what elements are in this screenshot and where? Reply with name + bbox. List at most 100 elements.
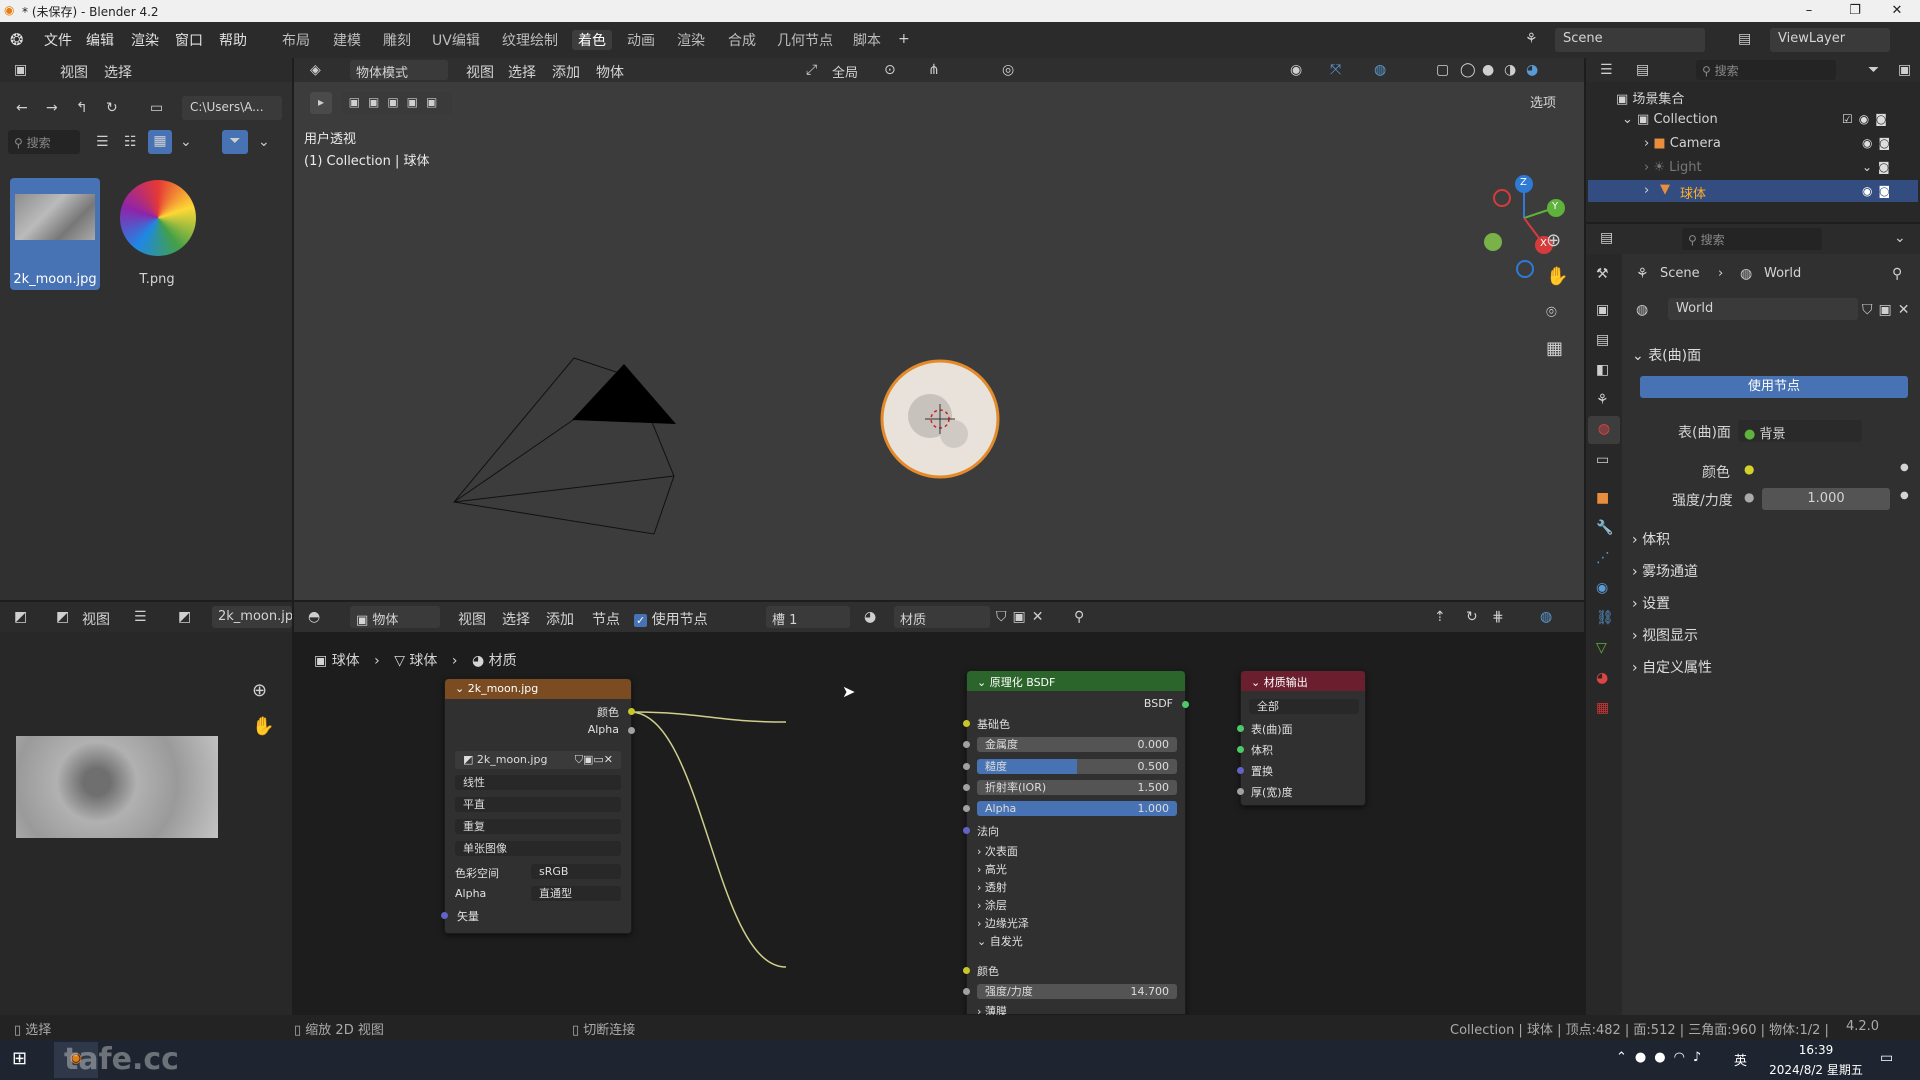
surface-panel-header[interactable]: ⌄ 表(曲)面 [1632,340,1912,372]
file-view-menu[interactable]: 视图 [60,62,88,82]
mist-panel-header[interactable]: › 雾场通道 [1632,556,1912,588]
input-language[interactable]: 英 [1734,1050,1747,1069]
collection-row[interactable]: ⌄ ▣ Collection [1622,112,1718,127]
clock-time[interactable]: 16:39 [1784,1043,1848,1057]
bsdf-output-socket[interactable] [1182,701,1189,708]
menu-render[interactable]: 渲染 [131,30,159,50]
pan-hand-icon[interactable]: ✋ [252,716,274,737]
image-node-header[interactable]: ⌄ 2k_moon.jpg [445,679,631,699]
moon-sphere-object[interactable] [880,359,1000,479]
source-dropdown[interactable]: 单张图像 [455,841,621,856]
minimize-button[interactable]: – [1786,0,1832,22]
parent-dir-icon[interactable]: ↰ [76,100,88,116]
subsurface-panel[interactable]: › 次表面 [977,843,1018,859]
navigation-gizmo[interactable] [1484,175,1565,278]
settings-panel-header[interactable]: › 设置 [1632,588,1912,620]
tab-texture-paint[interactable]: 纹理绘制 [502,30,558,50]
back-icon[interactable]: ← [16,100,28,116]
menu-window[interactable]: 窗口 [175,30,203,50]
camera-view-icon[interactable]: ⌾ [1546,302,1557,323]
list-vertical-icon[interactable]: ☰ [96,134,109,150]
outliner-filter-icon[interactable]: ⏷ [1868,62,1879,78]
projection-dropdown[interactable]: 平直 [455,797,621,812]
world-datablock-icons[interactable]: ⛉▣✕ [1862,302,1915,318]
custom-props-panel-header[interactable]: › 自定义属性 [1632,652,1912,684]
emission-panel[interactable]: ⌄ 自发光 [977,933,1023,949]
tab-geometry-nodes[interactable]: 几何节点 [777,30,833,50]
world-tab[interactable]: ◍ [1588,416,1620,444]
add-workspace-icon[interactable]: + [898,31,910,47]
principled-bsdf-node[interactable]: ⌄ 原理化 BSDF BSDF 基础色 金属度 0.000 糙度 0.500 折射率… [963,670,1189,1018]
alpha-field[interactable]: Alpha 1.000 [977,801,1177,816]
node-editor[interactable]: ◓ ▣ 物体 视图 选择 添加 节点 ✓ 使用节点 槽 1 ◕ 材质 ⛉▣✕ ⚲… [294,602,1584,1018]
tab-sculpting[interactable]: 雕刻 [383,30,411,50]
file-search-input[interactable]: ⚲ 搜索 [8,130,80,154]
windows-start-icon[interactable]: ⊞ [12,1048,27,1069]
image-browse-icon[interactable]: ◩ [178,609,191,625]
roughness-field[interactable]: 糙度 0.500 [977,759,1177,774]
metallic-socket[interactable] [963,741,970,748]
view-layer-tab-icon[interactable]: ◧ [1596,362,1609,378]
tab-layout[interactable]: 布局 [282,30,310,50]
outliner-editor-icon[interactable]: ☰ [1600,62,1613,78]
surface-shader-field[interactable]: ● 背景 [1738,420,1862,442]
new-folder-icon[interactable]: ▭ [150,100,163,116]
extension-dropdown[interactable]: 重复 [455,819,621,834]
tab-animation[interactable]: 动画 [627,30,655,50]
sheen-panel[interactable]: › 边缘光泽 [977,915,1029,931]
colorspace-dropdown[interactable]: sRGB [531,864,621,879]
properties-options-icon[interactable]: ⌄ [1894,230,1906,246]
constraints-tab-icon[interactable]: ⛓ [1596,610,1614,626]
tab-compositing[interactable]: 合成 [728,30,756,50]
emission-color-socket[interactable] [963,967,970,974]
thickness-input-socket[interactable] [1237,788,1244,795]
display-options-icon[interactable]: ⌄ [180,134,192,150]
path-field[interactable]: C:\Users\A... [182,96,282,120]
camera-object[interactable] [453,357,676,535]
scene-icon[interactable]: ⚘ [1525,31,1538,47]
alpha-socket[interactable] [963,805,970,812]
strength-field[interactable]: 1.000 [1762,488,1890,510]
outliner-item-light[interactable]: › ☀ Light [1644,160,1702,175]
zoom-icon[interactable]: ⊕ [1546,230,1561,251]
output-node-header[interactable]: ⌄ 材质输出 [1241,671,1365,691]
tab-scripting[interactable]: 脚本 [853,30,881,50]
ior-field[interactable]: 折射率(IOR) 1.500 [977,780,1177,795]
scene-selector[interactable]: Scene [1555,28,1705,52]
scene-tab-icon[interactable]: ⚘ [1596,392,1609,408]
collection-visibility-icons[interactable]: ☑◉◙ [1842,112,1893,126]
properties-search-input[interactable]: ⚲ 搜索 [1682,228,1822,250]
outliner-search-input[interactable]: ⚲ 搜索 [1696,60,1836,80]
menu-file[interactable]: 文件 [44,30,72,50]
properties-editor-icon[interactable]: ▤ [1600,230,1613,246]
display-mode-icon[interactable]: ▤ [1636,62,1649,78]
perspective-toggle-icon[interactable]: ▦ [1546,338,1563,359]
image-name-field[interactable]: 2k_moon.jp [212,606,292,628]
tab-modeling[interactable]: 建模 [333,30,361,50]
data-tab-icon[interactable]: ▽ [1596,640,1607,656]
tab-uv-editing[interactable]: UV编辑 [432,30,480,50]
maximize-button[interactable]: ❐ [1832,0,1878,22]
camera-visibility-icons[interactable]: ◉◙ [1862,136,1896,150]
filter-options-icon[interactable]: ⌄ [258,134,270,150]
link-color-to-emission-color[interactable] [629,711,787,968]
image-editor-type-icon[interactable]: ◩ [14,609,27,625]
specular-panel[interactable]: › 高光 [977,861,1007,877]
out-alpha-socket[interactable] [628,727,635,734]
transmission-panel[interactable]: › 透射 [977,879,1007,895]
render-tab-icon[interactable]: ▣ [1596,302,1609,318]
keyframe-dot-icon[interactable]: ● [1900,490,1909,501]
system-tray-icons[interactable]: ⌃●●◠♪ [1616,1050,1709,1065]
sphere-visibility-icons[interactable]: ◉◙ [1862,184,1896,198]
thumbnail-view-button[interactable]: ▦ [148,130,172,154]
forward-icon[interactable]: → [46,100,58,116]
3d-viewport[interactable]: ◈ 物体模式 视图 选择 添加 物体 ⤢ 全局 ⊙ ⋔ ◎ ◉ ⤧ ◍ ▢ ◯ … [294,58,1584,600]
filter-button[interactable]: ⏷ [222,130,248,154]
tab-shading[interactable]: 着色 [572,30,612,50]
menu-edit[interactable]: 编辑 [86,30,114,50]
world-browse-icon[interactable]: ◍ [1636,302,1648,318]
new-collection-icon[interactable]: ▣ [1898,62,1911,78]
scene-collection-row[interactable]: ▣ 场景集合 [1616,88,1684,107]
image-datablock-field[interactable]: ◩ 2k_moon.jpg ⛉▣▭✕ [455,751,621,769]
output-target-dropdown[interactable]: 全部 [1249,699,1359,714]
